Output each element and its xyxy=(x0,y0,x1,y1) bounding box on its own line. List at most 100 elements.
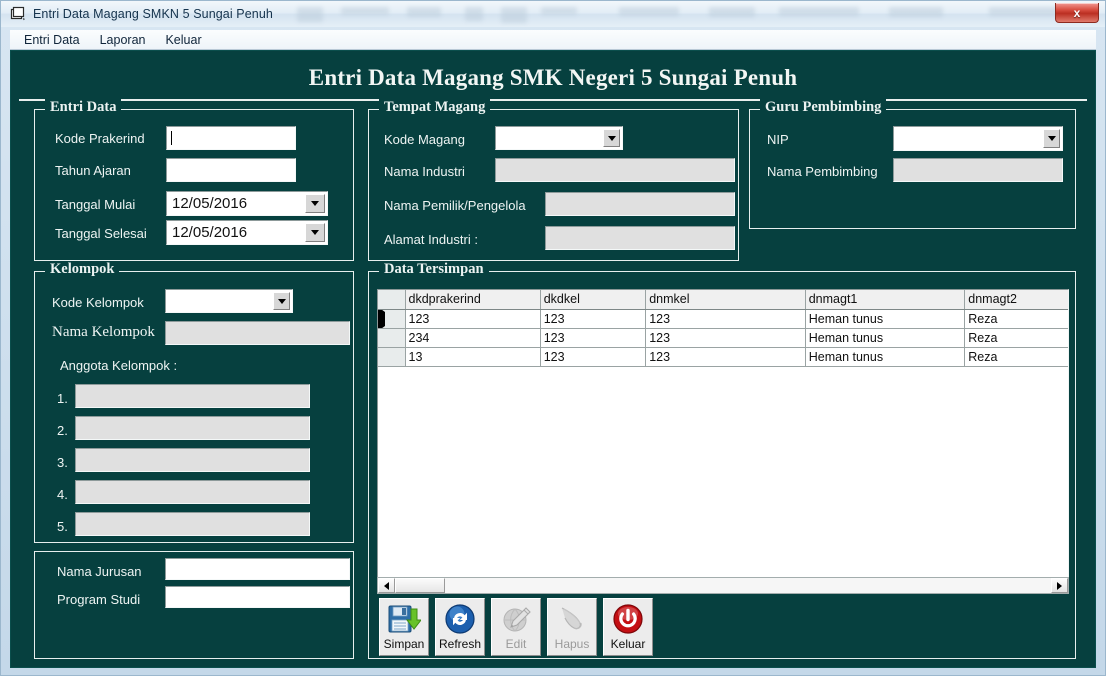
exit-button[interactable]: Keluar xyxy=(603,598,653,656)
group-entri-data: Entri Data Kode Prakerind Tahun Ajaran T… xyxy=(34,99,354,261)
nama-industri-input[interactable] xyxy=(495,158,735,182)
titlebar-blurred-background xyxy=(289,5,1105,23)
chevron-down-icon[interactable] xyxy=(305,223,325,242)
cell-dnmagt2[interactable]: Reza xyxy=(964,328,1068,348)
form-client-area: Entri Data Magang SMK Negeri 5 Sungai Pe… xyxy=(10,50,1096,668)
data-grid[interactable]: dkdprakerind dkdkel dnmkel dnmagt1 dnmag… xyxy=(377,289,1069,579)
column-header-dnmagt2[interactable]: dnmagt2 xyxy=(964,290,1068,310)
nama-kelompok-input[interactable] xyxy=(165,321,350,345)
label-tanggal-mulai: Tanggal Mulai xyxy=(55,197,136,212)
delete-button[interactable]: Hapus xyxy=(547,598,597,656)
cell-dnmkel[interactable]: 123 xyxy=(645,309,806,329)
tahun-ajaran-input[interactable] xyxy=(166,158,296,182)
table-row[interactable]: 234 123 123 Heman tunus Reza Ade wendo Y… xyxy=(378,328,1068,348)
cell-dkdkel[interactable]: 123 xyxy=(540,309,647,329)
label-anggota-2: 2. xyxy=(57,423,68,438)
cell-dkdkel[interactable]: 123 xyxy=(540,347,647,367)
delete-eraser-icon xyxy=(556,602,588,636)
nama-pemilik-pengelola-input[interactable] xyxy=(545,192,735,216)
edit-button[interactable]: Edit xyxy=(491,598,541,656)
label-program-studi: Program Studi xyxy=(57,592,141,607)
refresh-button-label: Refresh xyxy=(438,637,482,651)
page-title: Entri Data Magang SMK Negeri 5 Sungai Pe… xyxy=(308,65,798,90)
table-row[interactable]: 123 123 123 Heman tunus Reza Ade wendo Y… xyxy=(378,309,1068,329)
column-header-dnmagt1[interactable]: dnmagt1 xyxy=(805,290,966,310)
menu-keluar[interactable]: Keluar xyxy=(155,32,211,48)
label-kode-magang: Kode Magang xyxy=(384,132,465,147)
table-row[interactable]: 13 123 123 Heman tunus Reza Ade wendo Yu… xyxy=(378,347,1068,367)
menu-laporan[interactable]: Laporan xyxy=(90,32,156,48)
cell-dkdprakerind[interactable]: 234 xyxy=(405,328,541,348)
column-header-dkdprakerind[interactable]: dkdprakerind xyxy=(405,290,541,310)
column-header-dkdkel[interactable]: dkdkel xyxy=(540,290,647,310)
kode-prakerind-input[interactable] xyxy=(166,126,296,150)
chevron-down-icon[interactable] xyxy=(305,194,325,213)
column-header-dnmkel[interactable]: dnmkel xyxy=(645,290,806,310)
label-anggota-kelompok: Anggota Kelompok : xyxy=(60,358,178,373)
action-toolbar: Simpan Refresh Edit Hapus Keluar xyxy=(379,598,653,656)
row-selector-cell[interactable] xyxy=(378,328,406,348)
label-nip: NIP xyxy=(767,132,789,147)
tanggal-selesai-datepicker[interactable]: 12/05/2016 xyxy=(166,220,328,245)
group-title-data-tersimpan: Data Tersimpan xyxy=(379,261,489,278)
cell-dnmagt1[interactable]: Heman tunus xyxy=(805,309,966,329)
kode-kelompok-combobox[interactable] xyxy=(165,289,293,313)
close-icon: x xyxy=(1073,5,1081,20)
row-selector-cell[interactable] xyxy=(378,309,406,329)
cell-dkdprakerind[interactable]: 13 xyxy=(405,347,541,367)
title-bar: Entri Data Magang SMKN 5 Sungai Penuh x xyxy=(1,1,1105,27)
application-window: Entri Data Magang SMKN 5 Sungai Penuh x … xyxy=(0,0,1106,676)
label-anggota-1: 1. xyxy=(57,391,68,406)
cell-dnmagt2[interactable]: Reza xyxy=(964,309,1068,329)
grid-horizontal-scrollbar[interactable] xyxy=(377,577,1069,594)
scrollbar-thumb[interactable] xyxy=(395,578,445,593)
window-title: Entri Data Magang SMKN 5 Sungai Penuh xyxy=(33,7,273,21)
cell-dkdkel[interactable]: 123 xyxy=(540,328,647,348)
chevron-down-icon[interactable] xyxy=(1043,129,1060,148)
row-selector-header xyxy=(378,290,406,310)
anggota-4-input[interactable] xyxy=(75,480,310,504)
cell-dnmagt1[interactable]: Heman tunus xyxy=(805,328,966,348)
cell-dnmagt1[interactable]: Heman tunus xyxy=(805,347,966,367)
nama-jurusan-input[interactable] xyxy=(165,558,350,580)
save-button-label: Simpan xyxy=(383,637,425,651)
anggota-5-input[interactable] xyxy=(75,512,310,536)
scroll-right-icon[interactable] xyxy=(1051,578,1068,593)
tanggal-selesai-value: 12/05/2016 xyxy=(172,224,248,241)
cell-dnmkel[interactable]: 123 xyxy=(645,347,806,367)
label-nama-pembimbing: Nama Pembimbing xyxy=(767,164,878,179)
cell-dnmkel[interactable]: 123 xyxy=(645,328,806,348)
group-title-entri-data: Entri Data xyxy=(45,99,122,116)
data-grid-table: dkdprakerind dkdkel dnmkel dnmagt1 dnmag… xyxy=(378,290,1068,367)
label-tahun-ajaran: Tahun Ajaran xyxy=(55,163,131,178)
kode-magang-combobox[interactable] xyxy=(495,126,623,150)
anggota-3-input[interactable] xyxy=(75,448,310,472)
anggota-2-input[interactable] xyxy=(75,416,310,440)
group-title-guru-pembimbing: Guru Pembimbing xyxy=(760,99,887,116)
label-kode-kelompok: Kode Kelompok xyxy=(52,295,144,310)
header-divider xyxy=(19,99,1087,101)
save-button[interactable]: Simpan xyxy=(379,598,429,656)
program-studi-input[interactable] xyxy=(165,586,350,608)
exit-button-label: Keluar xyxy=(610,637,646,651)
refresh-button[interactable]: Refresh xyxy=(435,598,485,656)
group-data-tersimpan: Data Tersimpan dkdprakerind dkdkel dnmke… xyxy=(368,261,1076,659)
tanggal-mulai-value: 12/05/2016 xyxy=(172,195,248,212)
label-tanggal-selesai: Tanggal Selesai xyxy=(55,226,147,241)
label-nama-kelompok: Nama Kelompok xyxy=(52,324,155,340)
alamat-industri-input[interactable] xyxy=(545,226,735,250)
scroll-left-icon[interactable] xyxy=(378,578,395,593)
chevron-down-icon[interactable] xyxy=(603,129,620,147)
row-selector-cell[interactable] xyxy=(378,347,406,367)
nip-combobox[interactable] xyxy=(893,126,1063,151)
chevron-down-icon[interactable] xyxy=(273,292,290,310)
group-tempat-magang: Tempat Magang Kode Magang Nama Industri … xyxy=(368,99,739,261)
anggota-1-input[interactable] xyxy=(75,384,310,408)
scrollbar-track[interactable] xyxy=(395,578,1051,593)
tanggal-mulai-datepicker[interactable]: 12/05/2016 xyxy=(166,191,328,216)
cell-dnmagt2[interactable]: Reza xyxy=(964,347,1068,367)
cell-dkdprakerind[interactable]: 123 xyxy=(405,309,541,329)
close-button[interactable]: x xyxy=(1055,3,1099,23)
menu-entri-data[interactable]: Entri Data xyxy=(14,32,90,48)
nama-pembimbing-input[interactable] xyxy=(893,158,1063,182)
